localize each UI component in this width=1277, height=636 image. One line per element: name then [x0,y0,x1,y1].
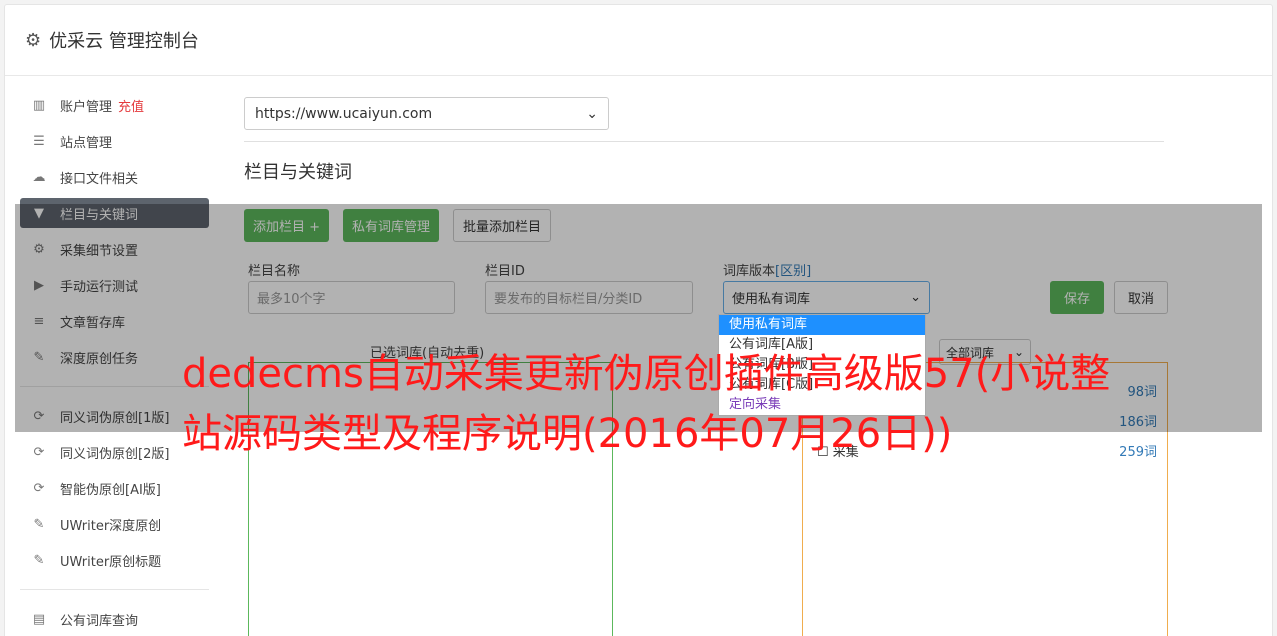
sidebar-item-label: 站点管理 [60,135,113,151]
chevron-down-icon: ⌄ [586,105,598,122]
site-select-value: https://www.ucaiyun.com [255,105,433,122]
gear-icon: ⚙ [25,29,42,51]
sidebar-item-uwriter-deep[interactable]: ✎ UWriter深度原创 [20,509,209,539]
dropdown-option[interactable]: 使用私有词库 [719,315,925,335]
edit-icon: ✎ [33,516,45,532]
sidebar-item-label: UWriter原创标题 [60,554,162,570]
sidebar-item-label: UWriter深度原创 [60,518,162,534]
headline-overlay: dedecms自动采集更新伪原创插件高级版57(小说整站源码类型及程序说明(20… [182,351,1111,457]
recharge-link[interactable]: 充值 [118,96,144,115]
sidebar-item-account[interactable]: ▥ 账户管理 充值 [20,90,209,120]
sidebar-item-synonym-v2[interactable]: ⟳ 同义词伪原创[2版] [20,437,209,467]
site-select[interactable]: https://www.ucaiyun.com ⌄ [244,97,609,130]
main-content: https://www.ucaiyun.com ⌄ 栏目与关键词 添加栏目 + … [244,97,1168,636]
sidebar-item-ai-rewrite[interactable]: ⟳ 智能伪原创[AI版] [20,473,209,503]
sidebar-item-label: 智能伪原创[AI版] [60,482,161,498]
sidebar-item-interface[interactable]: ☁ 接口文件相关 [20,162,209,192]
sidebar-item-public-lib[interactable]: ▤ 公有词库查询 [20,604,209,634]
bar-chart-icon: ▥ [32,97,46,113]
refresh-icon: ⟳ [33,444,45,460]
edit-icon: ✎ [33,552,45,568]
page-title: 优采云 管理控制台 [49,31,199,52]
sidebar-item-label: 同义词伪原创[2版] [60,446,170,462]
sidebar-item-uwriter-title[interactable]: ✎ UWriter原创标题 [20,545,209,575]
refresh-icon: ⟳ [33,480,45,496]
section-divider [244,141,1164,142]
sidebar-item-label: 公有词库查询 [60,613,139,629]
sidebar-item-label: 账户管理 [60,99,113,115]
sidebar-divider [20,589,209,590]
cloud-upload-icon: ☁ [32,169,46,185]
server-icon: ☰ [33,133,45,149]
console-header: ⚙ 优采云 管理控制台 [5,5,1272,76]
lib-count: 259词 [1119,445,1157,460]
sidebar-item-label: 接口文件相关 [60,171,139,187]
book-icon: ▤ [32,611,46,627]
sidebar-item-sites[interactable]: ☰ 站点管理 [20,126,209,156]
section-title: 栏目与关键词 [244,162,352,183]
